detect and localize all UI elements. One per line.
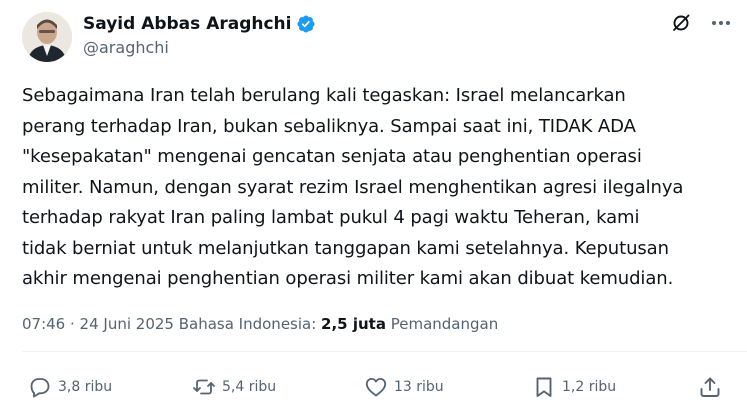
tweet-time[interactable]: 07:46: [22, 315, 65, 333]
share-icon: [700, 377, 720, 397]
like-count: 13 ribu: [394, 379, 444, 395]
reply-button[interactable]: 3,8 ribu: [28, 373, 112, 401]
more-options-icon[interactable]: [710, 12, 732, 34]
avatar[interactable]: [22, 12, 72, 62]
author-handle[interactable]: @araghchi: [83, 37, 316, 59]
reply-count: 3,8 ribu: [58, 379, 113, 395]
divider: [22, 351, 747, 352]
tweet-language: Bahasa Indonesia:: [173, 315, 322, 333]
meta-separator: ·: [65, 315, 80, 333]
author-display-name[interactable]: Sayid Abbas Araghchi: [83, 13, 291, 35]
tweet-text: Sebagaimana Iran telah berulang kali teg…: [22, 85, 684, 289]
views-label: Pemandangan: [385, 315, 499, 333]
bookmark-button[interactable]: 1,2 ribu: [532, 373, 616, 401]
bookmark-count: 1,2 ribu: [562, 379, 617, 395]
bookmark-icon: [536, 377, 552, 397]
heart-icon: [365, 378, 387, 397]
verified-badge-icon: [296, 14, 316, 34]
action-bar: 3,8 ribu 5,4 ribu 13 ribu 1,2 ribu: [28, 373, 728, 401]
tweet-date[interactable]: 24 Juni 2025: [80, 315, 174, 333]
reply-icon: [30, 378, 50, 398]
tweet-header: Sayid Abbas Araghchi @araghchi: [22, 12, 732, 62]
repost-icon: [193, 379, 215, 395]
author-info: Sayid Abbas Araghchi @araghchi: [83, 13, 316, 59]
like-button[interactable]: 13 ribu: [364, 373, 444, 401]
tweet-meta: 07:46 · 24 Juni 2025 Bahasa Indonesia: 2…: [22, 314, 498, 334]
repost-button[interactable]: 5,4 ribu: [192, 373, 276, 401]
repost-count: 5,4 ribu: [222, 379, 277, 395]
views-count[interactable]: 2,5 juta: [321, 315, 386, 333]
grok-icon[interactable]: [670, 12, 692, 34]
share-button[interactable]: [698, 373, 722, 401]
